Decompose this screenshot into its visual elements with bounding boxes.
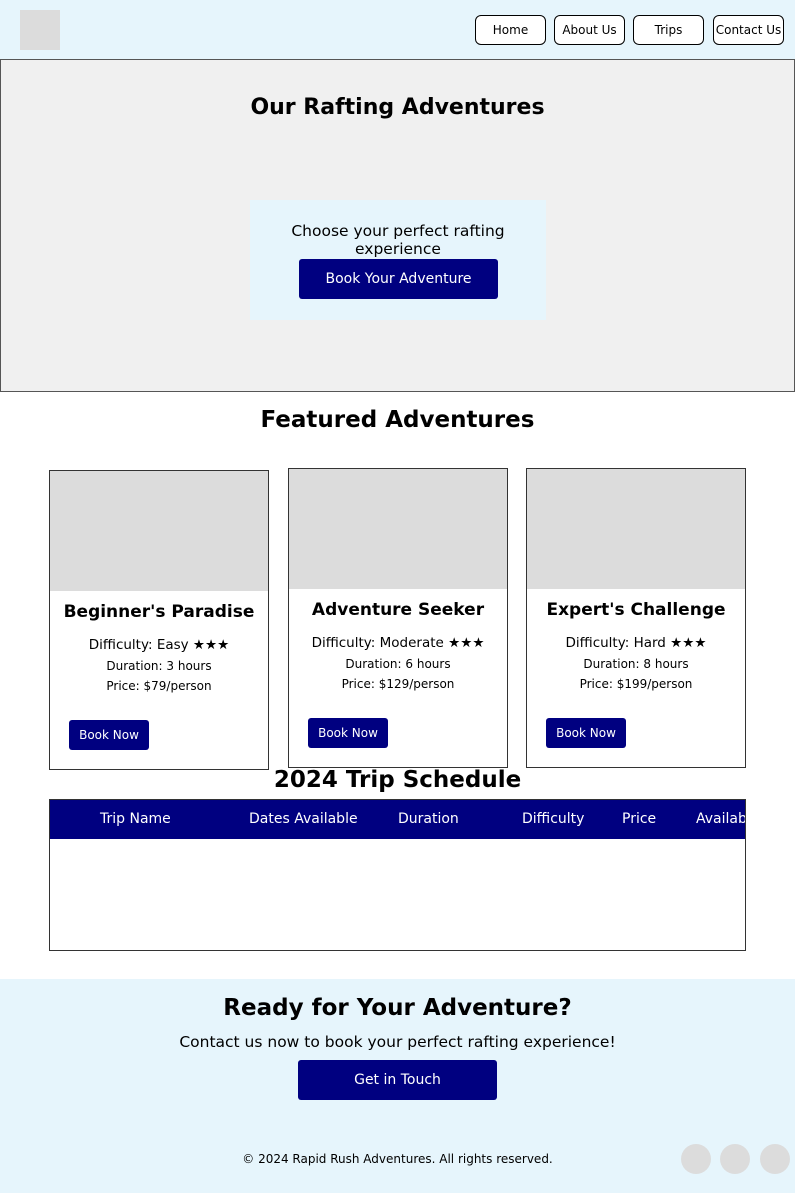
hero-title: Our Rafting Adventures: [250, 95, 545, 120]
card-title: Expert's Challenge: [546, 600, 726, 620]
adventure-card-beginner: Beginner's Paradise Difficulty: Easy ★★★…: [49, 470, 269, 770]
card-image: [289, 469, 507, 589]
hero-section: Our Rafting Adventures Choose your perfe…: [0, 59, 795, 392]
column-header-duration[interactable]: Duration: [398, 811, 459, 827]
adventure-card-seeker: Adventure Seeker Difficulty: Moderate ★★…: [288, 468, 508, 768]
social-icon[interactable]: [760, 1144, 790, 1174]
card-duration: Duration: 6 hours: [345, 657, 451, 671]
column-header-availability[interactable]: Availability: [696, 811, 745, 827]
featured-title: Featured Adventures: [260, 407, 535, 433]
card-image: [50, 471, 268, 591]
card-title: Beginner's Paradise: [63, 602, 255, 622]
column-header-trip-name[interactable]: Trip Name: [100, 811, 171, 827]
card-price: Price: $199/person: [579, 677, 693, 691]
schedule-table: Trip Name Dates Available Duration Diffi…: [49, 799, 746, 951]
logo-image[interactable]: [20, 10, 60, 50]
card-difficulty: Difficulty: Moderate ★★★: [311, 635, 485, 651]
book-now-button[interactable]: Book Now: [546, 718, 626, 748]
book-now-button[interactable]: Book Now: [69, 720, 149, 750]
social-icon[interactable]: [681, 1144, 711, 1174]
card-price: Price: $79/person: [106, 679, 212, 693]
book-your-adventure-button[interactable]: Book Your Adventure: [299, 259, 498, 299]
hero-box: Choose your perfect rafting experience B…: [250, 200, 546, 320]
social-icon[interactable]: [720, 1144, 750, 1174]
book-now-button[interactable]: Book Now: [308, 718, 388, 748]
table-header-row: Trip Name Dates Available Duration Diffi…: [50, 800, 745, 839]
cta-title: Ready for Your Adventure?: [223, 995, 572, 1021]
card-difficulty: Difficulty: Easy ★★★: [88, 637, 230, 653]
cta-subtitle: Contact us now to book your perfect raft…: [179, 1033, 616, 1051]
hero-subtitle: Choose your perfect rafting experience: [291, 222, 505, 258]
card-image: [527, 469, 745, 589]
card-duration: Duration: 3 hours: [106, 659, 212, 673]
schedule-title: 2024 Trip Schedule: [273, 767, 522, 793]
adventure-card-expert: Expert's Challenge Difficulty: Hard ★★★ …: [526, 468, 746, 768]
nav-trips[interactable]: Trips: [633, 15, 704, 45]
nav-about-us[interactable]: About Us: [554, 15, 625, 45]
site-header: Home About Us Trips Contact Us: [0, 0, 795, 60]
nav-contact-us[interactable]: Contact Us: [713, 15, 784, 45]
column-header-price[interactable]: Price: [622, 811, 656, 827]
card-duration: Duration: 8 hours: [583, 657, 689, 671]
cta-section: Ready for Your Adventure? Contact us now…: [0, 979, 795, 1193]
card-title: Adventure Seeker: [311, 600, 485, 620]
card-difficulty: Difficulty: Hard ★★★: [565, 635, 707, 651]
column-header-dates[interactable]: Dates Available: [249, 811, 358, 827]
get-in-touch-button[interactable]: Get in Touch: [298, 1060, 497, 1100]
card-price: Price: $129/person: [341, 677, 455, 691]
copyright-text: © 2024 Rapid Rush Adventures. All rights…: [242, 1152, 553, 1166]
nav-home[interactable]: Home: [475, 15, 546, 45]
column-header-difficulty[interactable]: Difficulty: [522, 811, 584, 827]
